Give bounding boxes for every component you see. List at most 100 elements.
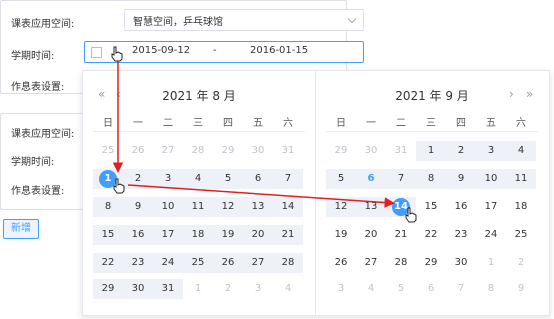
venue-label: 课表应用空间: — [11, 129, 75, 140]
hand-cursor-icon — [405, 207, 417, 223]
calendar-day[interactable]: 26 — [326, 253, 356, 273]
calendar-day[interactable]: 23 — [446, 225, 476, 245]
weekday-header: 五 — [486, 118, 496, 129]
calendar-day[interactable]: 12 — [326, 197, 356, 217]
calendar-day[interactable]: 12 — [213, 197, 243, 217]
calendar-day[interactable]: 22 — [416, 225, 446, 245]
calendar-day[interactable]: 30 — [446, 253, 476, 273]
calendar-day[interactable]: 3 — [476, 141, 506, 161]
calendar-day[interactable]: 25 — [183, 253, 213, 273]
calendar-day[interactable]: 13 — [243, 197, 273, 217]
calendar-day[interactable]: 21 — [273, 225, 303, 245]
end-date-value[interactable]: 2016-01-15 — [250, 45, 308, 56]
calendar-day[interactable]: 4 — [183, 169, 213, 189]
start-date-value[interactable]: 2015-09-12 — [132, 45, 190, 56]
calendar-day[interactable]: 28 — [386, 253, 416, 273]
weekday-header: 三 — [426, 118, 436, 129]
calendar-day[interactable]: 10 — [153, 197, 183, 217]
calendar-day[interactable]: 24 — [476, 225, 506, 245]
calendar-day[interactable]: 16 — [123, 225, 153, 245]
calendar-day[interactable]: 26 — [123, 141, 153, 161]
calendar-day[interactable]: 3 — [326, 279, 356, 299]
calendar-day[interactable]: 10 — [476, 169, 506, 189]
calendar-day[interactable]: 28 — [273, 253, 303, 273]
calendar-day[interactable]: 29 — [213, 141, 243, 161]
calendar-icon — [91, 47, 102, 58]
calendar-day[interactable]: 17 — [476, 197, 506, 217]
calendar-day[interactable]: 25 — [93, 141, 123, 161]
calendar-day[interactable]: 16 — [446, 197, 476, 217]
calendar-day[interactable]: 4 — [356, 279, 386, 299]
calendar-day[interactable]: 1 — [476, 253, 506, 273]
calendar-day[interactable]: 9 — [446, 169, 476, 189]
calendar-day[interactable]: 30 — [123, 279, 153, 299]
date-range-picker: « ‹ 2021 年 8 月 日一二三四五六 25 26 27 28 29 30 31 1 2 3 4… — [82, 70, 550, 316]
calendar-day[interactable]: 22 — [93, 253, 123, 273]
calendar-day[interactable]: 11 — [506, 169, 536, 189]
calendar-day[interactable]: 2 — [123, 169, 153, 189]
calendar-day[interactable]: 27 — [243, 253, 273, 273]
calendar-day[interactable]: 7 — [446, 279, 476, 299]
venue-select[interactable]: 智慧空间，乒乓球馆 — [124, 9, 364, 31]
calendar-day[interactable]: 17 — [153, 225, 183, 245]
calendar-day[interactable]: 6 — [416, 279, 446, 299]
calendar-day[interactable]: 6 — [243, 169, 273, 189]
left-month-title: 2021 年 8 月 — [162, 89, 236, 103]
calendar-day[interactable]: 29 — [93, 279, 123, 299]
calendar-day[interactable]: 2 — [506, 253, 536, 273]
calendar-day[interactable]: 20 — [356, 225, 386, 245]
calendar-day[interactable]: 31 — [153, 279, 183, 299]
calendar-day[interactable]: 7 — [273, 169, 303, 189]
calendar-day[interactable]: 25 — [506, 225, 536, 245]
calendar-day[interactable]: 3 — [243, 279, 273, 299]
calendar-day[interactable]: 27 — [153, 141, 183, 161]
calendar-day[interactable]: 18 — [506, 197, 536, 217]
calendar-day[interactable]: 27 — [356, 253, 386, 273]
calendar-day[interactable]: 26 — [213, 253, 243, 273]
calendar-day[interactable]: 29 — [326, 141, 356, 161]
next-year-button[interactable]: » — [526, 87, 533, 101]
calendar-day[interactable]: 14 — [273, 197, 303, 217]
calendar-day[interactable]: 23 — [123, 253, 153, 273]
calendar-day[interactable]: 1 — [183, 279, 213, 299]
next-month-button[interactable]: › — [509, 87, 514, 101]
calendar-day[interactable]: 2 — [446, 141, 476, 161]
calendar-day[interactable]: 3 — [153, 169, 183, 189]
calendar-day[interactable]: 28 — [183, 141, 213, 161]
calendar-day[interactable]: 11 — [183, 197, 213, 217]
calendar-day[interactable]: 6 — [356, 169, 386, 189]
calendar-day[interactable]: 30 — [356, 141, 386, 161]
calendar-day[interactable]: 8 — [476, 279, 506, 299]
weekday-header: 二 — [396, 118, 406, 129]
weekday-header: 日 — [103, 118, 113, 129]
calendar-day[interactable]: 30 — [243, 141, 273, 161]
weekday-header: 五 — [253, 118, 263, 129]
calendar-day[interactable]: 5 — [213, 169, 243, 189]
calendar-day[interactable]: 7 — [386, 169, 416, 189]
calendar-day[interactable]: 18 — [183, 225, 213, 245]
calendar-day[interactable]: 15 — [93, 225, 123, 245]
calendar-day[interactable]: 8 — [416, 169, 446, 189]
calendar-day[interactable]: 8 — [93, 197, 123, 217]
calendar-day[interactable]: 21 — [386, 225, 416, 245]
calendar-day[interactable]: 19 — [326, 225, 356, 245]
calendar-day[interactable]: 2 — [213, 279, 243, 299]
calendar-day[interactable]: 9 — [123, 197, 153, 217]
calendar-day[interactable]: 20 — [243, 225, 273, 245]
weekday-header: 二 — [163, 118, 173, 129]
date-range-input[interactable]: 2015-09-12 - 2016-01-15 — [84, 41, 364, 63]
add-button[interactable]: 新增 — [3, 219, 39, 239]
calendar-day[interactable]: 1 — [416, 141, 446, 161]
calendar-day[interactable]: 29 — [416, 253, 446, 273]
calendar-day[interactable]: 5 — [326, 169, 356, 189]
calendar-day[interactable]: 31 — [386, 141, 416, 161]
calendar-day[interactable]: 13 — [356, 197, 386, 217]
calendar-day[interactable]: 5 — [386, 279, 416, 299]
calendar-day[interactable]: 24 — [153, 253, 183, 273]
calendar-day[interactable]: 15 — [416, 197, 446, 217]
calendar-day[interactable]: 9 — [506, 279, 536, 299]
calendar-day[interactable]: 4 — [273, 279, 303, 299]
calendar-day[interactable]: 19 — [213, 225, 243, 245]
calendar-day[interactable]: 4 — [506, 141, 536, 161]
calendar-day[interactable]: 31 — [273, 141, 303, 161]
